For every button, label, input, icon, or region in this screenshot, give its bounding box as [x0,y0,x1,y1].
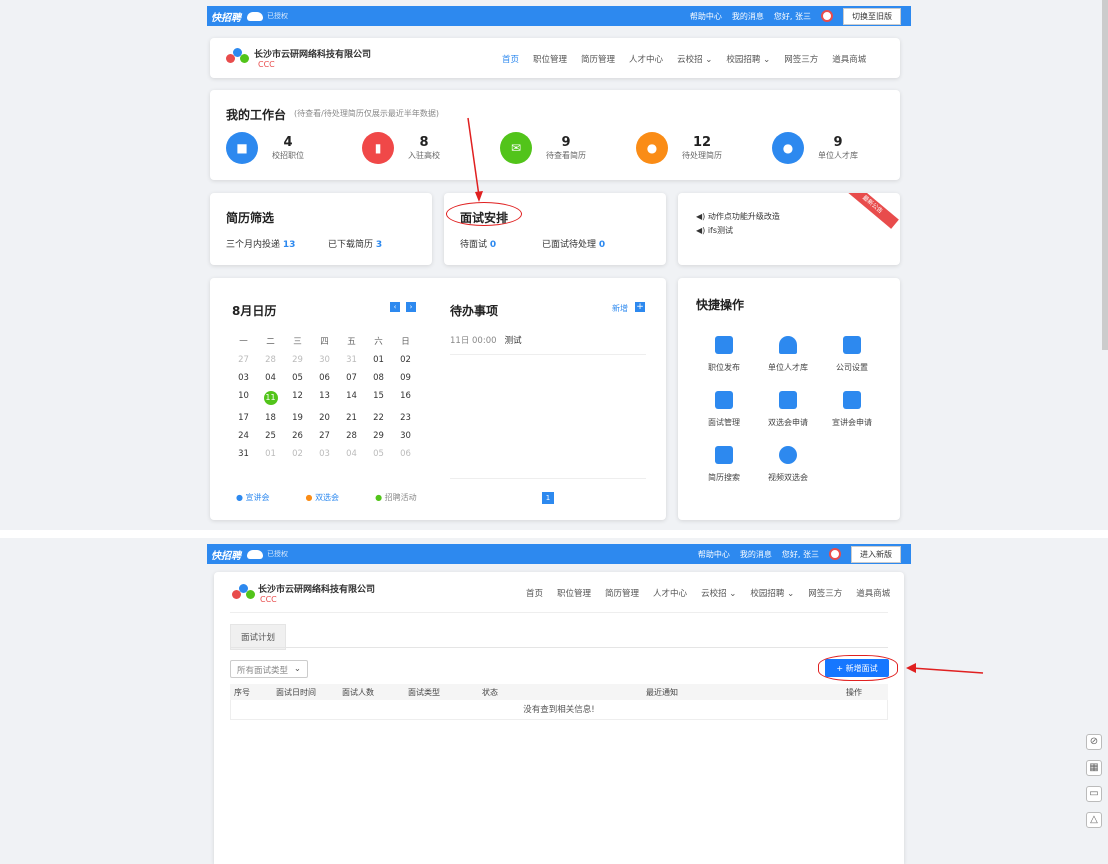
interview-plan-screenshot: 快招聘 已授权 帮助中心 我的消息 您好, 张三 进入新版 长沙市云研网络科技有… [0,538,1108,864]
bell-icon[interactable]: △ [1086,812,1102,828]
scrollbar[interactable] [1102,0,1108,350]
comment-icon[interactable]: ▭ [1086,786,1102,802]
annotation-arrow [467,117,483,202]
screenshot-gap [0,530,1108,538]
side-toolbar: ⊘ ▦ ▭ △ [1086,734,1102,828]
annotation-arrow [906,663,984,674]
dashboard-screenshot: 快招聘 已授权 帮助中心 我的消息 您好, 张三 切换至旧版 长沙市云研网络科技… [0,0,1108,530]
qrcode-icon[interactable]: ▦ [1086,760,1102,776]
link-icon[interactable]: ⊘ [1086,734,1102,750]
